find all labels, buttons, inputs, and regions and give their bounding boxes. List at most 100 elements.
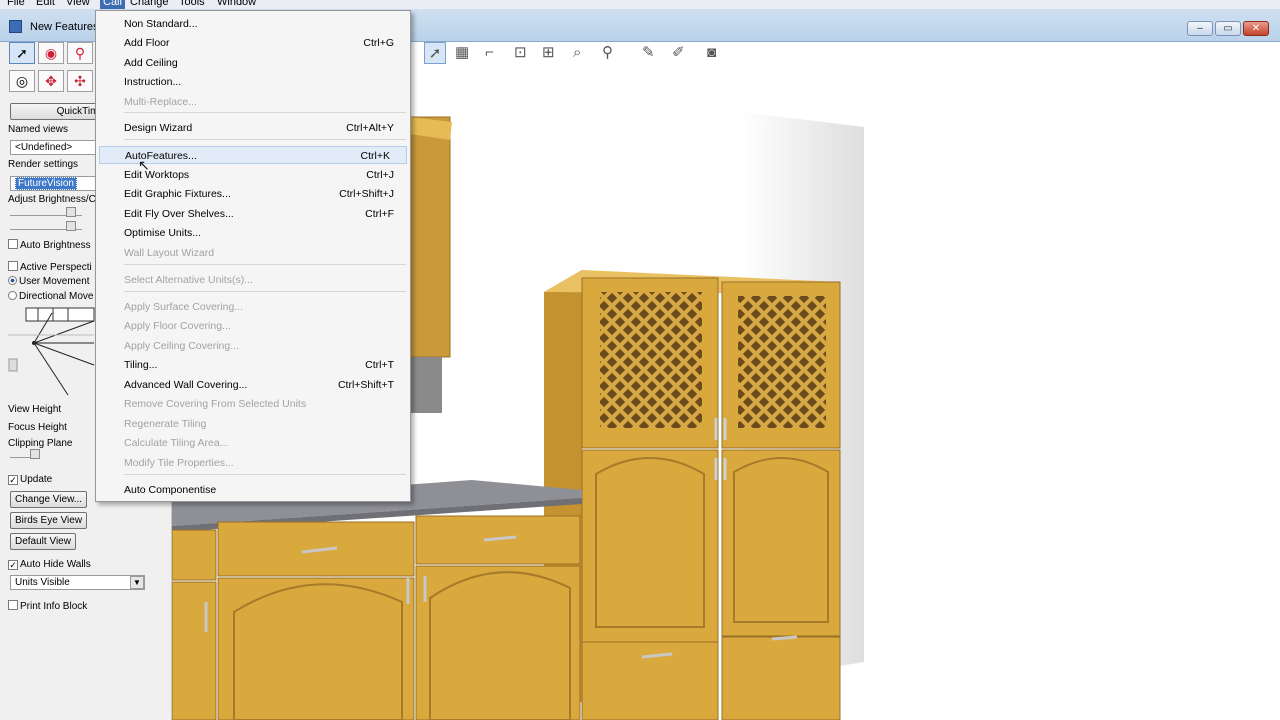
print-info-block-checkbox[interactable]: Print Info Block <box>8 600 87 612</box>
menu-item-apply-ceiling-covering: Apply Ceiling Covering... <box>124 337 396 355</box>
menu-item-label: Add Ceiling <box>124 57 178 69</box>
active-perspective-checkbox[interactable]: Active Perspecti <box>8 261 92 273</box>
app-icon <box>9 20 22 33</box>
radio-dot <box>8 291 17 300</box>
menu-item-wall-layout-wizard: Wall Layout Wizard <box>124 244 396 262</box>
menu-item-add-floor[interactable]: Add Floor Ctrl+G <box>124 34 396 52</box>
menu-item-shortcut: Ctrl+Shift+J <box>339 188 394 200</box>
menu-item-label: Apply Surface Covering... <box>124 301 244 313</box>
eye-tool-icon[interactable]: ◎ <box>9 70 35 92</box>
select-arrow-tool-icon[interactable]: ➚ <box>9 42 35 64</box>
auto-hide-walls-checkbox[interactable]: ✓ Auto Hide Walls <box>8 559 91 570</box>
menu-item-shortcut: Ctrl+J <box>366 169 394 181</box>
default-view-button[interactable]: Default View <box>10 533 76 550</box>
menu-item-apply-floor-covering: Apply Floor Covering... <box>124 317 396 335</box>
pan-tool-icon[interactable]: ✣ <box>67 70 93 92</box>
menu-item-add-ceiling[interactable]: Add Ceiling <box>124 54 396 72</box>
window-title: New Features <box>30 21 99 33</box>
menu-separator <box>124 264 406 265</box>
menu-bar: File Edit View Call Change Tools Window <box>0 0 1280 9</box>
radio-dot <box>8 276 17 285</box>
birds-eye-view-button[interactable]: Birds Eye View <box>10 512 88 529</box>
menu-item-tiling[interactable]: Tiling... Ctrl+T <box>124 356 396 374</box>
menu-item-label: Optimise Units... <box>124 227 202 239</box>
view-height-label: View Height <box>8 404 62 415</box>
menu-item-label: Calculate Tiling Area... <box>124 437 229 449</box>
menu-item-apply-surface-covering: Apply Surface Covering... <box>124 298 396 316</box>
brightness-slider[interactable] <box>10 207 82 217</box>
close-button[interactable]: ✕ <box>1243 21 1269 36</box>
print-info-block-label: Print Info Block <box>20 601 88 612</box>
menu-item-edit-worktops[interactable]: Edit Worktops Ctrl+J <box>124 166 396 184</box>
chevron-down-icon[interactable]: ▼ <box>130 576 144 589</box>
render-settings-value: FutureVision <box>15 177 77 190</box>
menu-separator <box>124 112 406 113</box>
active-perspective-label: Active Perspecti <box>20 262 92 273</box>
menu-item-label: Select Alternative Units(s)... <box>124 274 253 286</box>
menu-item-multi-replace: Multi-Replace... <box>124 93 396 111</box>
menu-view[interactable]: View <box>66 0 90 9</box>
checkbox-box: ✓ <box>8 475 18 485</box>
menu-item-shortcut: Ctrl+Alt+Y <box>346 122 394 134</box>
menu-separator <box>124 291 406 292</box>
menu-window[interactable]: Window <box>217 0 256 9</box>
update-checkbox[interactable]: ✓ Update <box>8 474 52 485</box>
checkbox-box <box>8 239 18 249</box>
menu-item-label: Instruction... <box>124 76 182 88</box>
menu-item-calculate-tiling-area: Calculate Tiling Area... <box>124 434 396 452</box>
menu-item-regenerate-tiling: Regenerate Tiling <box>124 415 396 433</box>
call-menu-dropdown: Non Standard... Add Floor Ctrl+G Add Ceilin… <box>95 10 411 502</box>
menu-item-auto-componentise[interactable]: Auto Componentise <box>124 481 396 499</box>
orbit-tool-icon[interactable]: ◉ <box>38 42 64 64</box>
menu-item-advanced-wall-covering[interactable]: Advanced Wall Covering... Ctrl+Shift+T <box>124 376 396 394</box>
directional-movement-label: Directional Move <box>19 291 94 302</box>
menu-tools[interactable]: Tools <box>179 0 205 9</box>
menu-edit[interactable]: Edit <box>36 0 55 9</box>
menu-item-label: Auto Componentise <box>124 484 217 496</box>
slider-thumb[interactable] <box>66 207 76 217</box>
directional-movement-radio[interactable]: Directional Move <box>8 291 93 302</box>
user-movement-label: User Movement <box>19 276 90 287</box>
menu-item-shortcut: Ctrl+T <box>365 359 394 371</box>
menu-item-label: Apply Floor Covering... <box>124 320 231 332</box>
auto-brightness-checkbox[interactable]: Auto Brightness <box>8 239 91 251</box>
menu-item-label: Tiling... <box>124 359 158 371</box>
menu-item-non-standard[interactable]: Non Standard... <box>124 15 396 33</box>
units-visible-select[interactable]: Units Visible <box>10 575 145 590</box>
menu-change[interactable]: Change <box>130 0 169 9</box>
minimize-button[interactable]: – <box>1187 21 1213 36</box>
menu-item-label: Advanced Wall Covering... <box>124 379 248 391</box>
change-view-button[interactable]: Change View... <box>10 491 88 508</box>
move-tool-icon[interactable]: ✥ <box>38 70 64 92</box>
user-movement-radio[interactable]: User Movement <box>8 276 90 287</box>
menu-file[interactable]: File <box>7 0 25 9</box>
auto-hide-walls-label: Auto Hide Walls <box>20 559 91 570</box>
contrast-slider[interactable] <box>10 221 82 231</box>
menu-item-edit-graphic-fixtures[interactable]: Edit Graphic Fixtures... Ctrl+Shift+J <box>124 185 396 203</box>
menu-item-label: Modify Tile Properties... <box>124 457 234 469</box>
menu-item-instruction[interactable]: Instruction... <box>124 73 396 91</box>
slider-thumb[interactable] <box>30 449 40 459</box>
checkbox-box <box>8 600 18 610</box>
menu-item-label: Non Standard... <box>124 18 198 30</box>
menu-item-label: Edit Graphic Fixtures... <box>124 188 231 200</box>
auto-brightness-label: Auto Brightness <box>20 240 91 251</box>
menu-item-select-alternative-units-s: Select Alternative Units(s)... <box>124 271 396 289</box>
zoom-tool-icon[interactable]: ⚲ <box>67 42 93 64</box>
menu-item-shortcut: Ctrl+F <box>365 208 394 220</box>
restore-button[interactable]: ▭ <box>1215 21 1241 36</box>
camera-preview-diagram[interactable] <box>8 307 96 399</box>
menu-item-label: Regenerate Tiling <box>124 418 207 430</box>
menu-item-edit-fly-over-shelves[interactable]: Edit Fly Over Shelves... Ctrl+F <box>124 205 396 223</box>
menu-item-remove-covering-from-selected-units: Remove Covering From Selected Units <box>124 395 396 413</box>
clipping-plane-label: Clipping Plane <box>8 438 73 449</box>
menu-item-design-wizard[interactable]: Design Wizard Ctrl+Alt+Y <box>124 119 396 137</box>
clipping-plane-slider[interactable] <box>10 449 40 459</box>
menu-item-optimise-units[interactable]: Optimise Units... <box>124 224 396 242</box>
menu-call[interactable]: Call <box>100 0 125 9</box>
slider-thumb[interactable] <box>66 221 76 231</box>
menu-item-shortcut: Ctrl+K <box>360 150 390 162</box>
menu-item-label: Wall Layout Wizard <box>124 247 215 259</box>
render-settings-label: Render settings <box>8 159 79 170</box>
named-views-label: Named views <box>8 124 69 135</box>
